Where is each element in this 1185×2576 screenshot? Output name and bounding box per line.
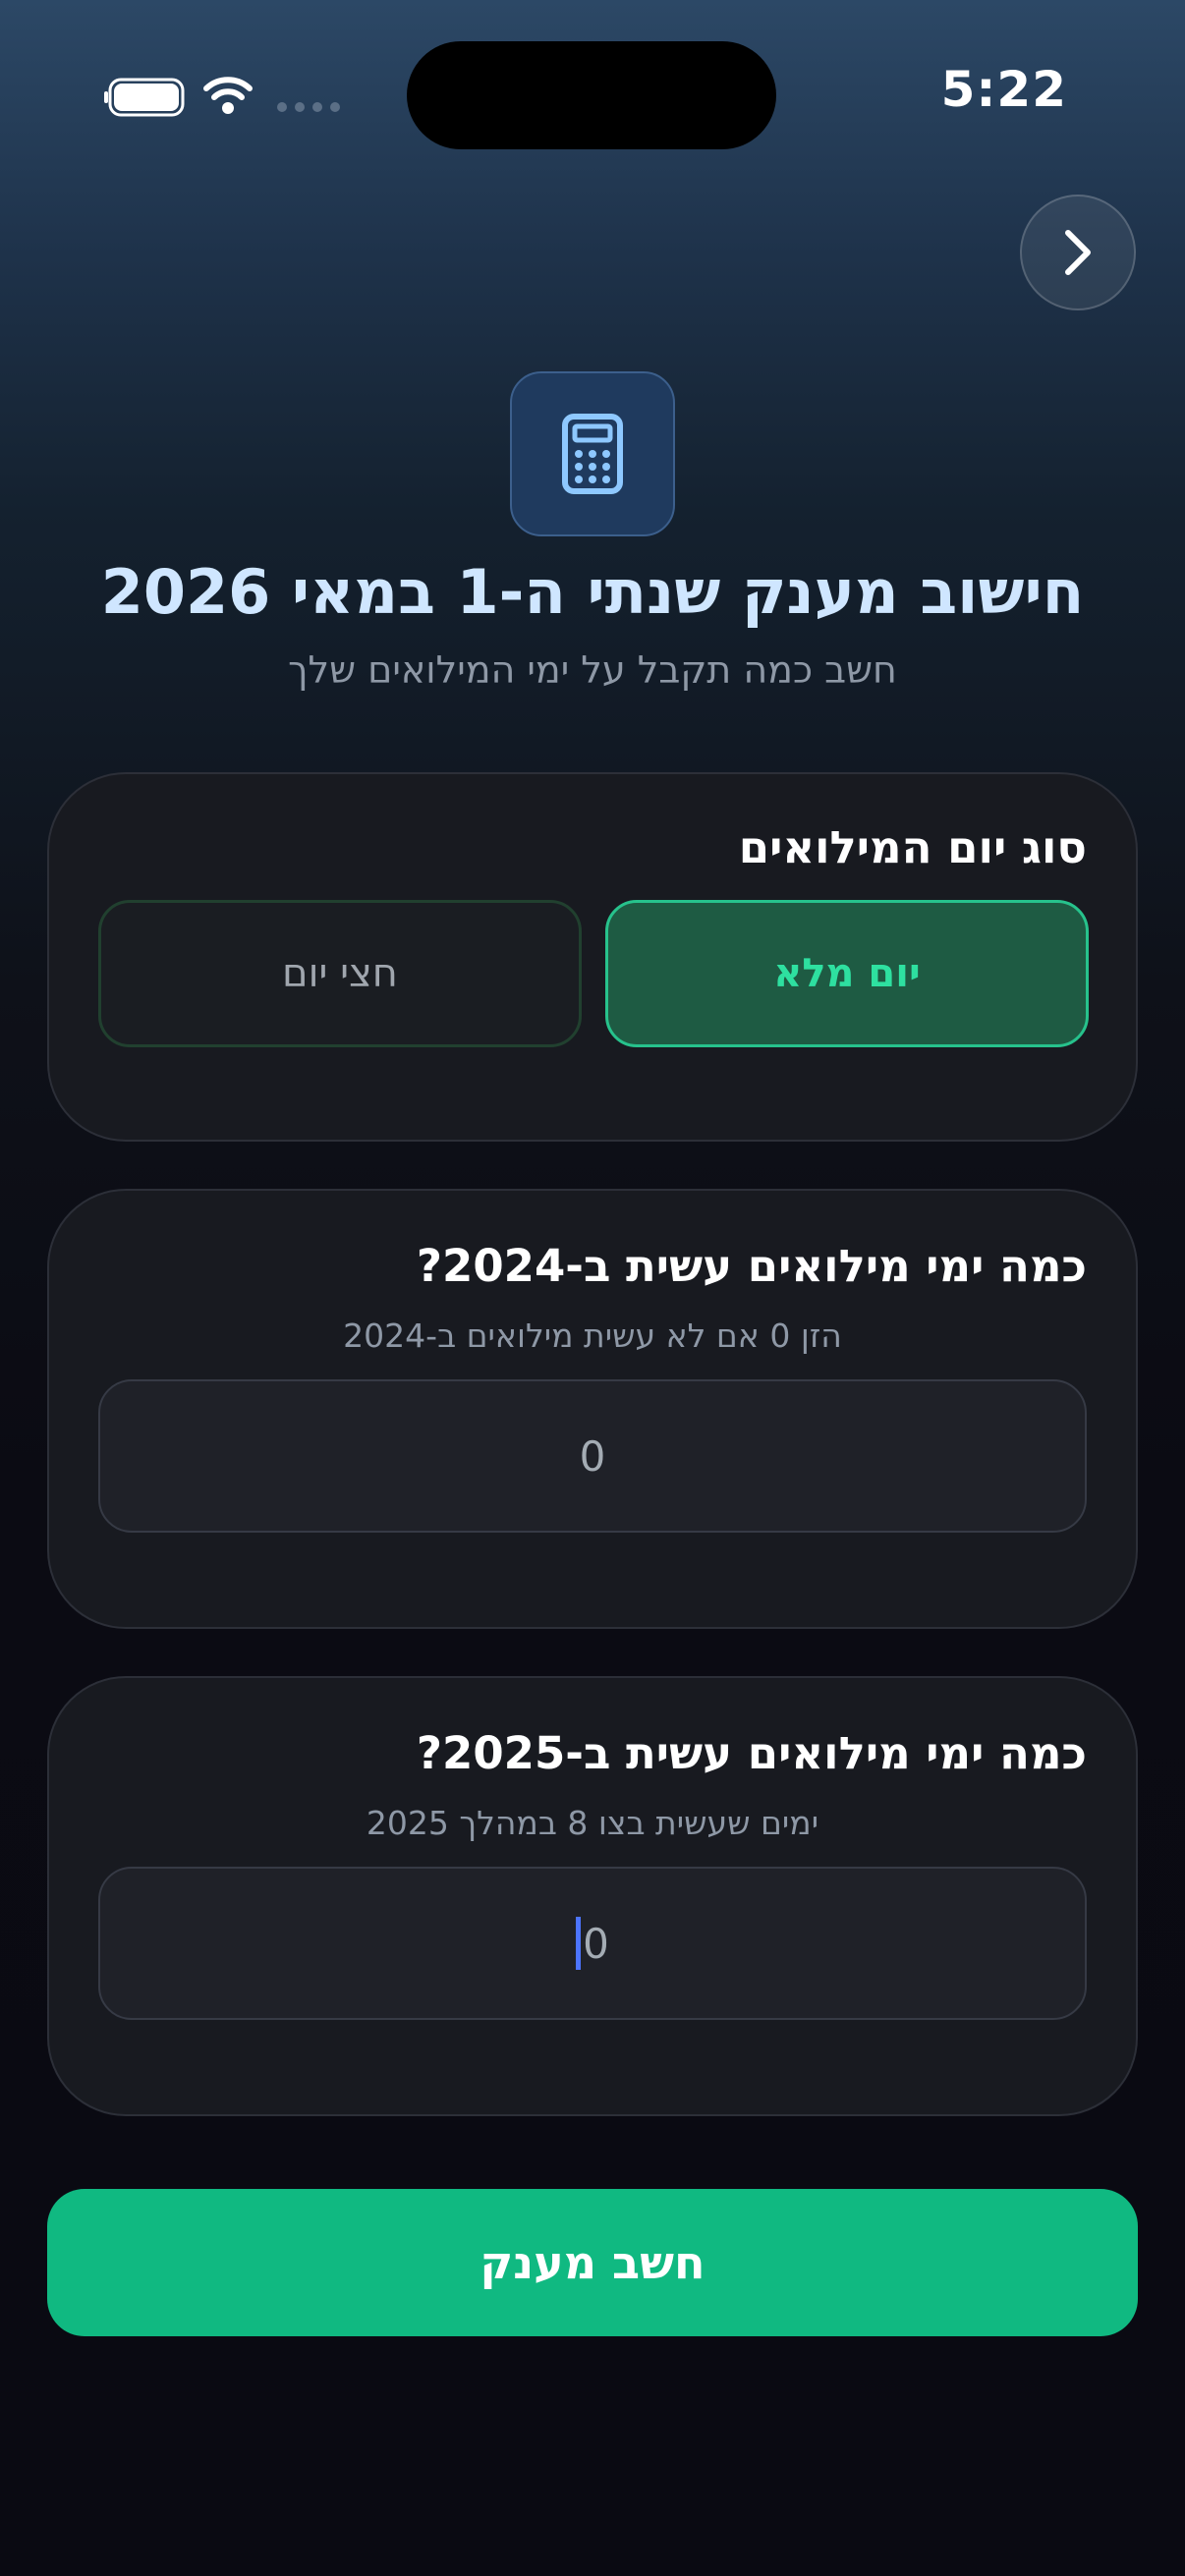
- page-title: חישוב מענק שנתי ה-1 במאי 2026: [100, 556, 1085, 628]
- battery-icon: [104, 78, 185, 117]
- days-2025-value: 0: [583, 1919, 609, 1968]
- chevron-right-icon: [1065, 230, 1091, 275]
- status-time: 5:22: [940, 61, 1067, 118]
- days-2024-input[interactable]: 0: [98, 1379, 1087, 1533]
- days-2024-hint: הזן 0 אם לא עשית מילואים ב-2024: [343, 1316, 842, 1355]
- calculator-icon: [562, 414, 623, 494]
- days-2025-title: כמה ימי מילואים עשית ב-2025?: [416, 1727, 1087, 1779]
- dynamic-island: [407, 41, 776, 149]
- signal-dots-icon: [277, 102, 340, 112]
- back-button[interactable]: [1020, 195, 1136, 310]
- text-caret: [576, 1917, 582, 1970]
- page-subtitle: חשב כמה תקבל על ימי המילואים שלך: [288, 648, 897, 692]
- day-type-title: סוג יום המילואים: [738, 821, 1087, 873]
- wifi-icon: [203, 77, 253, 114]
- calculator-badge: [510, 371, 675, 536]
- days-2024-value: 0: [579, 1431, 606, 1481]
- full-day-toggle[interactable]: יום מלא: [605, 900, 1089, 1047]
- days-2025-input[interactable]: 0: [98, 1867, 1087, 2020]
- days-2025-hint: ימים שעשית בצו 8 במהלך 2025: [366, 1804, 819, 1842]
- days-2024-title: כמה ימי מילואים עשית ב-2024?: [416, 1240, 1087, 1292]
- half-day-toggle[interactable]: חצי יום: [98, 900, 582, 1047]
- calculate-grant-button[interactable]: חשב מענק: [47, 2189, 1138, 2336]
